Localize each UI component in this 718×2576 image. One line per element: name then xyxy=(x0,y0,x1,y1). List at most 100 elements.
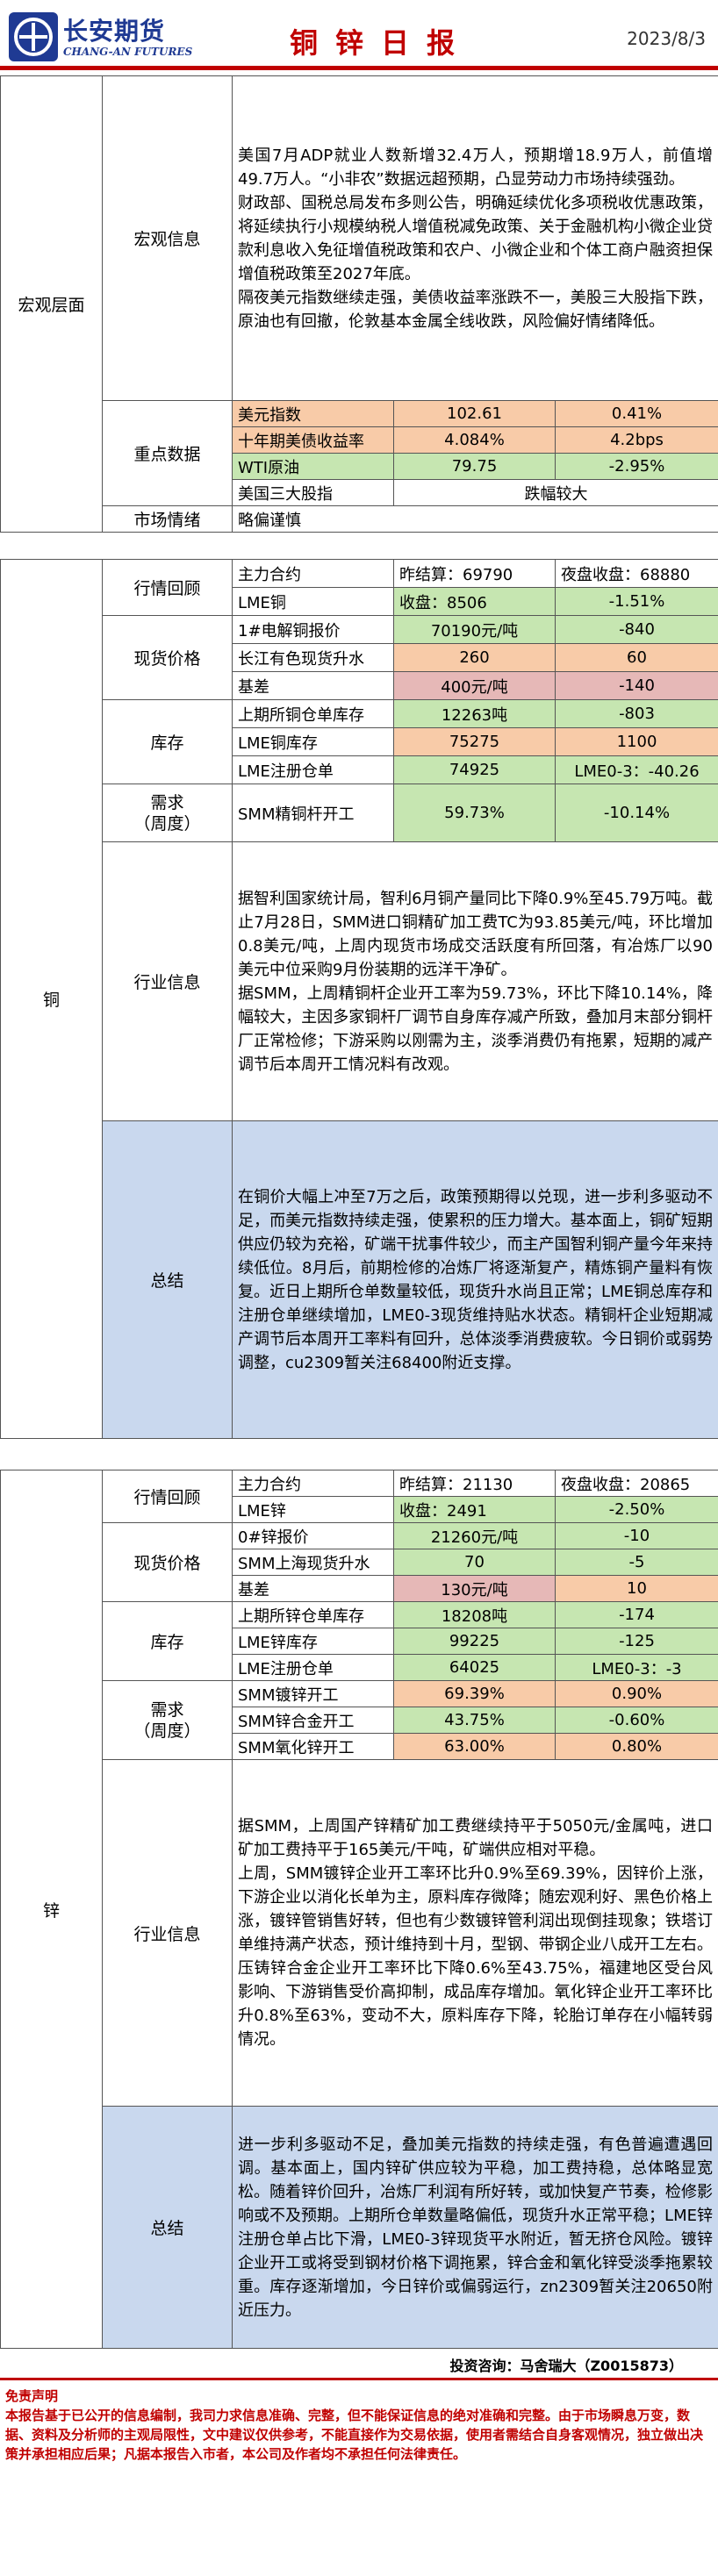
report-title: 铜锌日报 xyxy=(290,26,473,60)
brand-name: 长安期货 xyxy=(63,17,166,46)
chang-an-logo-icon xyxy=(9,12,58,61)
key-data-name: 十年期美债收益率 xyxy=(232,426,394,454)
copper-spot-label: 现货价格 xyxy=(102,615,233,700)
lme-zinc-change: -2.50% xyxy=(555,1496,718,1523)
inventory-name: 上期所锌仓单库存 xyxy=(232,1601,394,1628)
lme-zinc-close: 收盘：2491 xyxy=(393,1496,556,1523)
demand-change: 0.90% xyxy=(555,1680,718,1707)
main-contract-night: 夜盘收盘：20865 xyxy=(555,1470,718,1497)
zinc-industry-text: 据SMM，上周国产锌精矿加工费继续持平于5050元/金属吨，进口矿加工费持平于1… xyxy=(232,1759,718,2107)
key-data-value: 跌幅较大 xyxy=(392,479,718,506)
copper-section-label: 铜 xyxy=(0,559,103,1439)
key-data-value: 4.084% xyxy=(393,426,556,454)
inventory-change: -174 xyxy=(555,1601,718,1628)
demand-value: 63.00% xyxy=(393,1733,556,1760)
copper-inventory-label: 库存 xyxy=(102,699,233,784)
lme-copper-close: 收盘：8506 xyxy=(393,587,556,616)
macro-section-label: 宏观层面 xyxy=(0,75,103,533)
inventory-value: 64025 xyxy=(393,1654,556,1681)
spot-change: -5 xyxy=(555,1549,718,1576)
lme-zinc-label: LME锌 xyxy=(232,1496,394,1523)
zinc-table: 锌 行情回顾 主力合约 昨结算：21130 夜盘收盘：20865 LME锌 收盘… xyxy=(0,1470,718,2349)
key-data-label: 重点数据 xyxy=(102,400,233,506)
copper-summary-text: 在铜价大幅上冲至7万之后，政策预期得以兑现，进一步利多驱动不足，而美元指数持续走… xyxy=(232,1120,718,1439)
demand-change: -10.14% xyxy=(555,784,718,842)
main-contract-label: 主力合约 xyxy=(232,559,394,588)
zinc-summary-text: 进一步利多驱动不足，叠加美元指数的持续走强，有色普遍遭遇回调。基本面上，国内锌矿… xyxy=(232,2106,718,2349)
inventory-name: LME锌库存 xyxy=(232,1628,394,1655)
inventory-name: LME铜库存 xyxy=(232,727,394,756)
inventory-change: -803 xyxy=(555,699,718,728)
disclaimer: 免责声明 本报告基于已公开的信息编制，我司力求信息准确、完整，但不能保证信息的绝… xyxy=(5,2386,713,2464)
inventory-value: 99225 xyxy=(393,1628,556,1655)
inventory-change: -125 xyxy=(555,1628,718,1655)
spot-value: 130元/吨 xyxy=(393,1575,556,1602)
lme-copper-label: LME铜 xyxy=(232,587,394,616)
sentiment-label: 市场情绪 xyxy=(102,505,233,533)
zinc-spot-label: 现货价格 xyxy=(102,1522,233,1602)
inventory-value: 75275 xyxy=(393,727,556,756)
spot-name: 0#锌报价 xyxy=(232,1522,394,1549)
zinc-inventory-label: 库存 xyxy=(102,1601,233,1681)
key-data-value: 102.61 xyxy=(393,400,556,427)
spot-change: -840 xyxy=(555,615,718,644)
spot-change: -10 xyxy=(555,1522,718,1549)
demand-name: SMM精铜杆开工 xyxy=(232,784,394,842)
inventory-value: 12263吨 xyxy=(393,699,556,728)
spot-name: SMM上海现货升水 xyxy=(232,1549,394,1576)
analyst-signature: 投资咨询：马舍瑞大（Z0015873） xyxy=(0,2352,718,2380)
key-data-change: 0.41% xyxy=(554,400,718,427)
main-contract-label: 主力合约 xyxy=(232,1470,394,1497)
key-data-change: 4.2bps xyxy=(554,426,718,454)
demand-value: 43.75% xyxy=(393,1707,556,1734)
demand-change: -0.60% xyxy=(555,1707,718,1734)
zinc-review-label: 行情回顾 xyxy=(102,1470,233,1523)
copper-summary-label: 总结 xyxy=(102,1120,233,1439)
demand-value: 69.39% xyxy=(393,1680,556,1707)
report-page: 长安期货 CHANG-AN FUTURES 铜锌日报 2023/8/3 宏观层面… xyxy=(0,0,718,2576)
sentiment-value: 略偏谨慎 xyxy=(231,505,718,533)
spot-value: 70190元/吨 xyxy=(393,615,556,644)
zinc-summary-label: 总结 xyxy=(102,2106,233,2349)
spot-value: 400元/吨 xyxy=(393,671,556,700)
inventory-name: LME注册仓单 xyxy=(232,755,394,784)
demand-value: 59.73% xyxy=(393,784,556,842)
key-data-change: -2.95% xyxy=(554,453,718,480)
main-contract-settle: 昨结算：21130 xyxy=(393,1470,556,1497)
brand-name-english: CHANG-AN FUTURES xyxy=(63,46,193,58)
key-data-name: WTI原油 xyxy=(232,453,394,480)
inventory-change: 1100 xyxy=(555,727,718,756)
demand-name: SMM氧化锌开工 xyxy=(232,1733,394,1760)
demand-name: SMM锌合金开工 xyxy=(232,1707,394,1734)
zinc-industry-label: 行业信息 xyxy=(102,1759,233,2107)
inventory-name: LME注册仓单 xyxy=(232,1654,394,1681)
macro-info-label: 宏观信息 xyxy=(102,75,233,401)
spot-name: 基差 xyxy=(232,1575,394,1602)
key-data-value: 79.75 xyxy=(393,453,556,480)
disclaimer-text: 本报告基于已公开的信息编制，我司力求信息准确、完整，但不能保证信息的绝对准确和完… xyxy=(5,2408,704,2462)
spot-change: -140 xyxy=(555,671,718,700)
spot-value: 260 xyxy=(393,643,556,672)
spot-name: 1#电解铜报价 xyxy=(232,615,394,644)
lme-copper-change: -1.51% xyxy=(555,587,718,616)
zinc-demand-label: 需求 （周度） xyxy=(102,1680,233,1760)
spot-change: 10 xyxy=(555,1575,718,1602)
copper-industry-text: 据智利国家统计局，智利6月铜产量同比下降0.9%至45.79万吨。截止7月28日… xyxy=(232,841,718,1121)
copper-review-label: 行情回顾 xyxy=(102,559,233,616)
report-date: 2023/8/3 xyxy=(627,28,706,49)
spot-value: 70 xyxy=(393,1549,556,1576)
report-header: 长安期货 CHANG-AN FUTURES 铜锌日报 2023/8/3 xyxy=(0,0,718,70)
key-data-name: 美国三大股指 xyxy=(232,479,394,506)
disclaimer-title: 免责声明 xyxy=(5,2388,59,2404)
copper-table: 铜 行情回顾 主力合约 昨结算：69790 夜盘收盘：68880 LME铜 收盘… xyxy=(0,559,718,1439)
inventory-change: LME0-3：-3 xyxy=(555,1654,718,1681)
copper-demand-label: 需求 （周度） xyxy=(102,784,233,842)
key-data-name: 美元指数 xyxy=(232,400,394,427)
spot-name: 长江有色现货升水 xyxy=(232,643,394,672)
inventory-value: 74925 xyxy=(393,755,556,784)
main-contract-settle: 昨结算：69790 xyxy=(393,559,556,588)
spot-value: 21260元/吨 xyxy=(393,1522,556,1549)
copper-industry-label: 行业信息 xyxy=(102,841,233,1121)
inventory-value: 18208吨 xyxy=(393,1601,556,1628)
inventory-name: 上期所铜仓单库存 xyxy=(232,699,394,728)
